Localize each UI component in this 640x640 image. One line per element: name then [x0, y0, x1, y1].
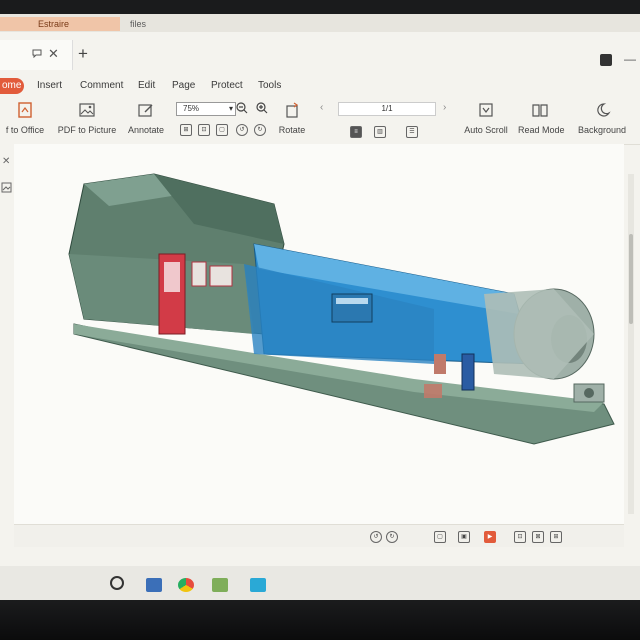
chrome-icon[interactable] [178, 578, 194, 592]
zoom-out-icon[interactable] [236, 102, 248, 114]
annotate-icon [138, 104, 153, 117]
annotate-button[interactable]: Annotate [124, 98, 168, 144]
status-page-icon[interactable]: ▢ [434, 531, 446, 543]
zoom-select[interactable]: 75% ▾ [176, 102, 236, 116]
external-tab-2[interactable]: files [122, 17, 310, 31]
menu-tools[interactable]: Tools [258, 78, 281, 94]
minimize-icon[interactable]: — [624, 52, 636, 66]
status-thumbnail-icon[interactable]: ▣ [458, 531, 470, 543]
monitor-bezel-top [0, 0, 640, 14]
close-panel-icon[interactable]: ✕ [2, 156, 10, 167]
status-bar: ↺ ↻ ▢ ▣ ▶ ⊡ ⊠ ⊞ [14, 524, 624, 547]
status-rotate-right-icon[interactable]: ↻ [386, 531, 398, 543]
search-circle-icon[interactable] [110, 576, 124, 590]
new-tab-plus-icon[interactable]: + [78, 44, 88, 64]
single-page-icon[interactable]: ≡ [350, 126, 362, 138]
files-app-icon[interactable] [212, 578, 228, 592]
book-icon [532, 104, 548, 117]
window-control-icon[interactable] [600, 54, 612, 66]
fit-width-icon[interactable]: ⊡ [198, 124, 210, 136]
menu-protect[interactable]: Protect [211, 78, 243, 94]
to-office-button[interactable]: f to Office [0, 98, 50, 144]
rotate-page-icon [286, 102, 299, 118]
zoom-in-icon[interactable] [256, 102, 268, 114]
speech-icon [32, 48, 42, 59]
cad-model-drawing [68, 173, 615, 445]
actual-size-icon[interactable]: ▢ [216, 124, 228, 136]
play-icon[interactable]: ▶ [484, 531, 496, 543]
external-tab-strip: Estraire files [0, 14, 640, 33]
prev-page-icon[interactable]: ‹ [320, 102, 323, 113]
status-fit-icon[interactable]: ⊡ [514, 531, 526, 543]
rotate-right-icon[interactable]: ↻ [254, 124, 266, 136]
read-mode-button[interactable]: Read Mode [518, 98, 565, 144]
status-expand-icon[interactable]: ⊞ [550, 531, 562, 543]
fit-page-icon[interactable]: ⊞ [180, 124, 192, 136]
continuous-icon[interactable]: ☰ [406, 126, 418, 138]
document-tab-row: ✕ + — [0, 32, 640, 76]
app-window: Estraire files ✕ + — ome Insert Comment … [0, 14, 640, 600]
menu-comment[interactable]: Comment [80, 78, 123, 94]
rotate-button[interactable]: Rotate [274, 98, 310, 144]
convert-icon [18, 102, 32, 118]
menu-page[interactable]: Page [172, 78, 195, 94]
document-canvas[interactable] [14, 144, 624, 524]
next-page-icon[interactable]: › [443, 102, 446, 113]
taskbar [0, 566, 640, 600]
moon-icon [597, 103, 611, 117]
vertical-scrollbar[interactable] [628, 174, 634, 514]
auto-scroll-icon [479, 103, 493, 117]
mail-app-icon[interactable] [146, 578, 162, 592]
pdf-app-icon[interactable] [250, 578, 266, 592]
menu-insert[interactable]: Insert [37, 78, 62, 94]
auto-scroll-button[interactable]: Auto Scroll [460, 98, 512, 144]
menu-edit[interactable]: Edit [138, 78, 155, 94]
thumbnail-icon[interactable] [1, 182, 12, 193]
monitor-bezel-bottom [0, 600, 640, 640]
document-tab[interactable]: ✕ [0, 40, 73, 70]
close-icon[interactable]: ✕ [48, 46, 59, 62]
menu-bar: ome Insert Comment Edit Page Protect Too… [0, 76, 640, 96]
chevron-down-icon: ▾ [228, 104, 233, 113]
two-page-icon[interactable]: ▥ [374, 126, 386, 138]
background-button[interactable]: Background [574, 98, 630, 144]
menu-home[interactable]: ome [0, 78, 24, 94]
external-tab-1[interactable]: Estraire [0, 17, 120, 31]
status-shrink-icon[interactable]: ⊠ [532, 531, 544, 543]
scrollbar-thumb[interactable] [629, 234, 633, 324]
pdf-to-picture-button[interactable]: PDF to Picture [56, 98, 118, 144]
side-panel: ✕ [0, 144, 15, 524]
rotate-left-icon[interactable]: ↺ [236, 124, 248, 136]
page-number-field[interactable]: 1/1 [338, 102, 436, 116]
picture-icon [79, 103, 95, 117]
toolbar: f to Office PDF to Picture Annotate 75% ▾… [0, 98, 640, 145]
status-rotate-icon[interactable]: ↺ [370, 531, 382, 543]
